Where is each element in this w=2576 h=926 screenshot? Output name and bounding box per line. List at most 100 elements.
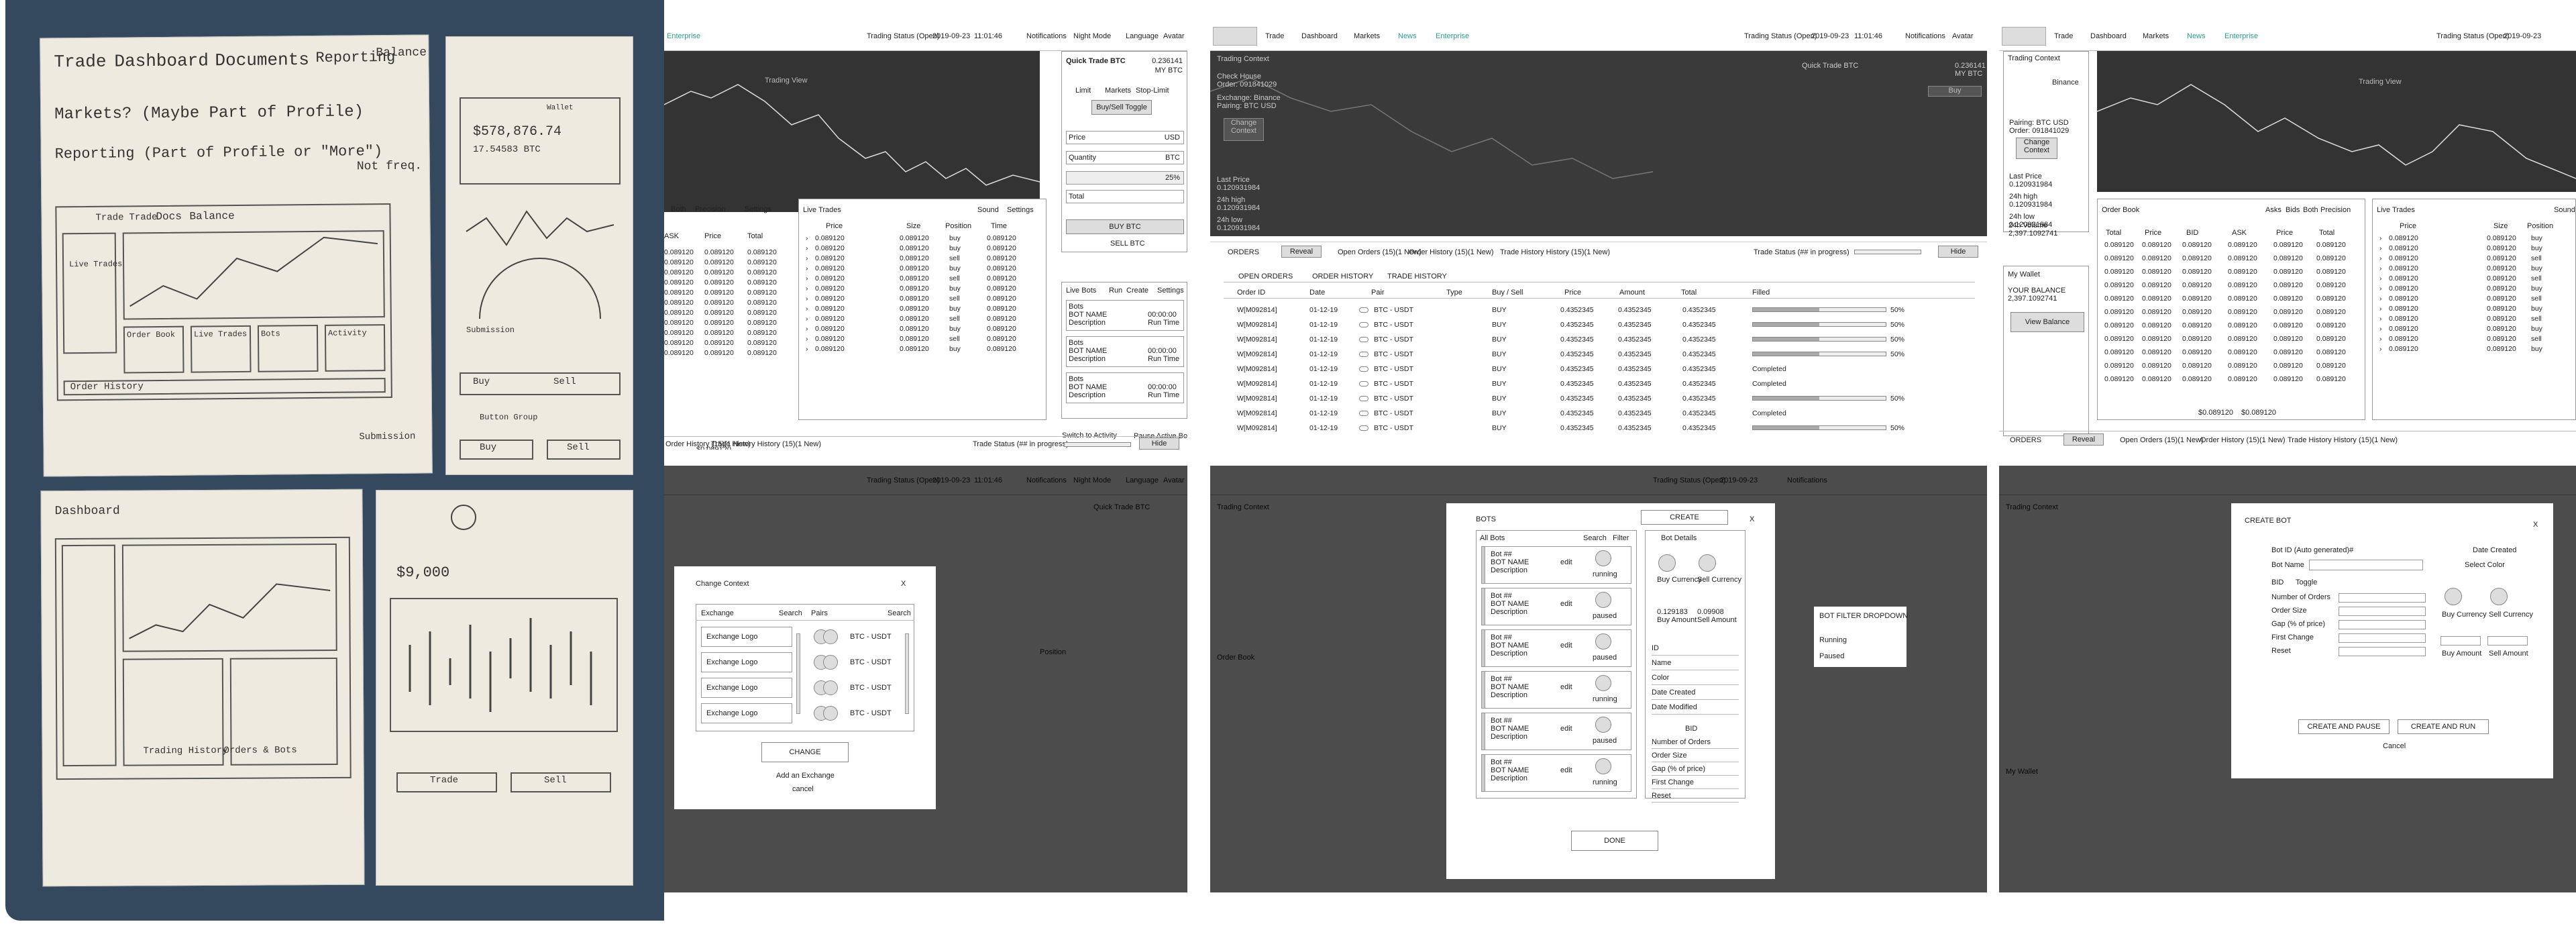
close-icon[interactable]: X (901, 580, 906, 588)
notifications-link[interactable]: Notifications (1026, 32, 1067, 40)
toggle-label[interactable]: Toggle (2296, 578, 2317, 586)
settings-link[interactable]: Settings (745, 205, 771, 213)
avatar[interactable]: Avatar (1952, 32, 1974, 40)
bot-edit-link[interactable]: edit (1560, 641, 1572, 650)
buy-btc-button[interactable]: BUY BTC (1066, 219, 1184, 234)
pair-toggle-icon[interactable] (1359, 352, 1368, 357)
hide-button[interactable]: Hide (1139, 438, 1179, 450)
night-mode-link[interactable]: Night Mode (1073, 32, 1111, 40)
bot-state-icon[interactable] (1595, 758, 1611, 774)
pair-label[interactable]: BTC - USDT (850, 633, 892, 641)
create-bot-button[interactable]: CREATE (1641, 510, 1728, 525)
add-exchange-link[interactable]: Add an Exchange (776, 772, 835, 780)
cancel-link[interactable]: Cancel (2383, 742, 2406, 750)
create-bot-field-input[interactable] (2339, 620, 2426, 629)
create-bot-field-input[interactable] (2339, 593, 2426, 603)
create-and-run-button[interactable]: CREATE AND RUN (2398, 719, 2489, 734)
sell-amount-input[interactable] (2487, 636, 2528, 646)
nav-dashboard[interactable]: Dashboard (2090, 32, 2127, 40)
pairs-search[interactable]: Search (888, 609, 911, 617)
bot-state-icon[interactable] (1595, 633, 1611, 650)
pair-toggle-icon[interactable] (1359, 366, 1368, 372)
nav-markets[interactable]: Markets (1354, 32, 1380, 40)
bids-filter[interactable]: Bids (2286, 206, 2300, 214)
create-link[interactable]: Create (1126, 287, 1148, 295)
bot-edit-link[interactable]: edit (1560, 683, 1572, 691)
buy-sell-toggle[interactable]: Buy/Sell Toggle (1091, 100, 1152, 115)
view-balance-button[interactable]: View Balance (2010, 312, 2084, 332)
pairs-scrollbar[interactable] (905, 633, 909, 714)
trade-history-tab[interactable]: Trade History History (15)(1 New) (2288, 436, 2398, 444)
pair-label[interactable]: BTC - USDT (850, 658, 892, 666)
hide-button[interactable]: Hide (1938, 246, 1978, 258)
settings-link[interactable]: Settings (1157, 287, 1184, 295)
sell-btc-button[interactable]: SELL BTC (1110, 240, 1145, 248)
sound-link[interactable]: Sound (2554, 206, 2575, 214)
pair-toggle-icon[interactable] (1359, 425, 1368, 431)
change-context-button[interactable]: Change Context (1224, 118, 1264, 141)
bot-search[interactable]: Search (1583, 534, 1607, 542)
filter-paused[interactable]: Paused (1819, 652, 1844, 660)
change-context-button[interactable]: Change Context (2016, 138, 2057, 159)
buy-button[interactable]: Buy (1928, 86, 1982, 97)
create-and-pause-button[interactable]: CREATE AND PAUSE (2298, 719, 2390, 734)
pair-toggle-icon[interactable] (1359, 337, 1368, 342)
bot-state-icon[interactable] (1595, 592, 1611, 608)
language-link[interactable]: Language (1126, 32, 1159, 40)
tab-market[interactable]: Markets (1105, 87, 1131, 95)
done-button[interactable]: DONE (1571, 831, 1658, 851)
bot-state-icon[interactable] (1595, 717, 1611, 733)
exchange-scrollbar[interactable] (796, 633, 800, 714)
tab-trade-history[interactable]: TRADE HISTORY (1387, 272, 1447, 280)
pair-toggle-icon[interactable] (1359, 411, 1368, 416)
create-bot-field-input[interactable] (2339, 633, 2426, 643)
nav-trade[interactable]: Trade (1265, 32, 1284, 40)
precision-link[interactable]: Precision (2320, 206, 2351, 214)
settings-link[interactable]: Settings (1007, 206, 1034, 214)
switch-activity[interactable]: Switch to Activity (1062, 431, 1117, 440)
bot-state-icon[interactable] (1595, 675, 1611, 691)
create-bot-field-input[interactable] (2339, 647, 2426, 656)
filter-running[interactable]: Running (1819, 636, 1847, 644)
pair-label[interactable]: BTC - USDT (850, 709, 892, 717)
order-history-tab[interactable]: Order History (15)(1 New) (1409, 248, 1494, 256)
pair-toggle-icon[interactable] (1359, 322, 1368, 327)
bot-edit-link[interactable]: edit (1560, 600, 1572, 608)
open-orders-tab[interactable]: Open Orders (15)(1 New) (2120, 436, 2204, 444)
nav-trade[interactable]: Trade (2054, 32, 2073, 40)
trade-history-tab[interactable]: Trade History History (15)(1 New) (711, 440, 821, 448)
bot-name-input[interactable] (2309, 560, 2423, 570)
notifications-link[interactable]: Notifications (1905, 32, 1945, 40)
both-filter[interactable]: Both (2303, 206, 2318, 214)
reveal-button[interactable]: Reveal (1281, 246, 1322, 258)
tab-open-orders[interactable]: OPEN ORDERS (1238, 272, 1293, 280)
precision-link[interactable]: Precision (695, 205, 725, 213)
tab-limit[interactable]: Limit (1075, 87, 1091, 95)
select-color[interactable]: Select Color (2465, 561, 2505, 569)
trade-history-tab[interactable]: Trade History History (15)(1 New) (1500, 248, 1610, 256)
tab-stop-limit[interactable]: Stop-Limit (1136, 87, 1169, 95)
cancel-link[interactable]: cancel (792, 785, 814, 793)
create-bot-field-input[interactable] (2339, 607, 2426, 616)
close-icon[interactable]: X (1750, 515, 1754, 523)
pair-toggle-icon[interactable] (1359, 381, 1368, 387)
orderbook-both[interactable]: Both (671, 205, 686, 213)
bot-state-icon[interactable] (1595, 550, 1611, 566)
pair-label[interactable]: BTC - USDT (850, 684, 892, 692)
buy-amount-input[interactable] (2440, 636, 2481, 646)
trading-view-chart[interactable]: Trading View (2096, 51, 2576, 192)
bot-edit-link[interactable]: edit (1560, 558, 1572, 566)
nav-enterprise[interactable]: Enterprise (667, 32, 700, 40)
tab-order-history[interactable]: ORDER HISTORY (1312, 272, 1373, 280)
close-icon[interactable]: X (2533, 521, 2538, 529)
nav-news[interactable]: News (2187, 32, 2206, 40)
exchange-search[interactable]: Search (779, 609, 802, 617)
change-button[interactable]: CHANGE (761, 742, 849, 762)
trading-view-chart[interactable]: Trading View (664, 51, 1040, 212)
nav-news[interactable]: News (1398, 32, 1417, 40)
sound-link[interactable]: Sound (977, 206, 999, 214)
pair-toggle-icon[interactable] (1359, 307, 1368, 313)
nav-dashboard[interactable]: Dashboard (1301, 32, 1338, 40)
avatar[interactable]: Avatar (1163, 32, 1185, 40)
order-history-tab[interactable]: Order History (15)(1 New) (2200, 436, 2286, 444)
